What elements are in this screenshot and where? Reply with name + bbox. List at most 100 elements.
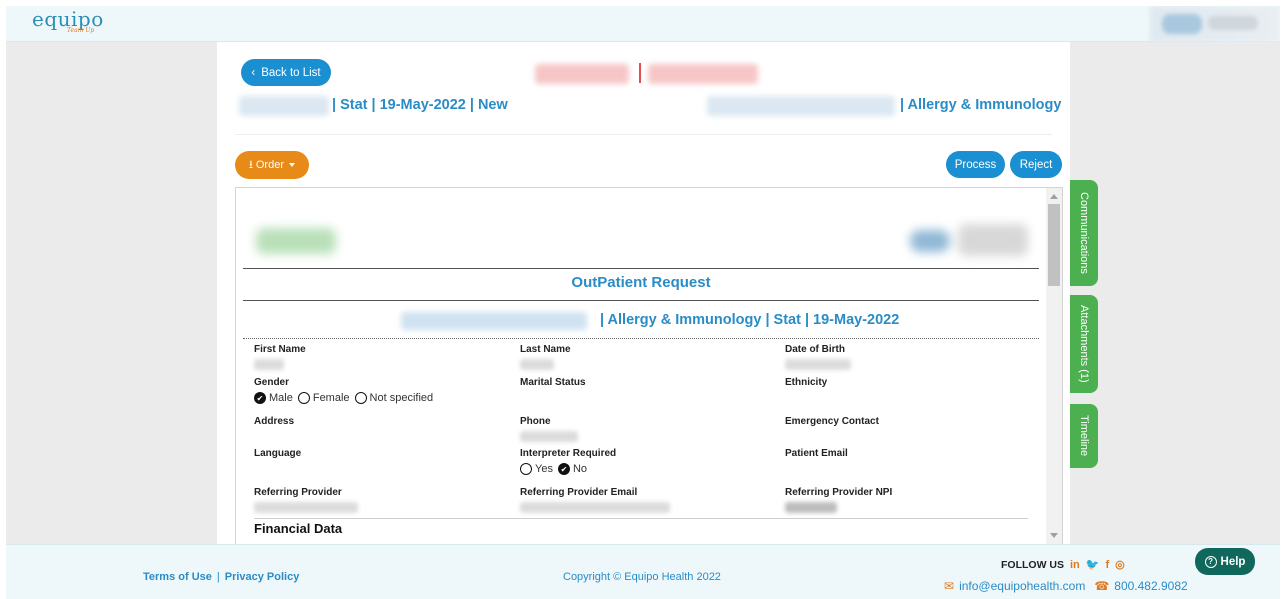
- reject-button[interactable]: Reject: [1010, 151, 1062, 178]
- gender-field: Gender ✔ Male Female Not specified: [254, 377, 435, 404]
- referring-provider-npi-field: Referring Provider NPI: [785, 487, 892, 513]
- first-name-label: First Name: [254, 344, 306, 355]
- user-profile-redacted[interactable]: [1150, 6, 1280, 42]
- emergency-contact-label: Emergency Contact: [785, 416, 879, 427]
- financial-data-heading: Financial Data: [254, 521, 343, 536]
- patient-email-label: Patient Email: [785, 448, 848, 459]
- tab-communications-label: Communications: [1078, 192, 1090, 274]
- subtitle-rule: [243, 338, 1039, 339]
- ethnicity-field: Ethnicity: [785, 377, 827, 388]
- phone-field: Phone: [520, 416, 578, 442]
- marital-status-field: Marital Status: [520, 377, 586, 388]
- status-redacted-right: [648, 64, 758, 84]
- footer: Terms of Use | Privacy Policy Copyright © …: [6, 544, 1280, 599]
- language-field: Language: [254, 448, 301, 459]
- referring-provider-npi-label: Referring Provider NPI: [785, 487, 893, 498]
- marital-status-label: Marital Status: [520, 377, 586, 388]
- terms-of-use-link[interactable]: Terms of Use: [143, 571, 212, 583]
- process-button[interactable]: Process: [946, 151, 1005, 178]
- last-name-field: Last Name: [520, 344, 571, 370]
- scroll-down-arrow-icon[interactable]: [1050, 533, 1058, 538]
- interpreter-label: Interpreter Required: [520, 448, 617, 459]
- footer-links: Terms of Use | Privacy Policy: [143, 571, 299, 583]
- footer-link-separator: |: [216, 571, 220, 583]
- help-button[interactable]: ? Help: [1195, 548, 1255, 575]
- back-to-list-label: Back to List: [261, 66, 321, 79]
- contact-info: ✉ info@equipohealth.com ☎ 800.482.9082: [944, 579, 1188, 593]
- request-panel: ‹ Back to List | Stat | 19-May-2022 | Ne…: [217, 42, 1070, 545]
- document-viewer[interactable]: OutPatient Request | Allergy & Immunolog…: [235, 187, 1063, 545]
- gender-option-male: Male: [269, 392, 293, 404]
- tab-timeline[interactable]: Timeline: [1070, 404, 1098, 468]
- checked-radio-icon: ✔: [254, 392, 266, 404]
- last-name-label: Last Name: [520, 344, 571, 355]
- title-top-rule: [243, 268, 1039, 269]
- provider-name-redacted: [707, 96, 895, 116]
- order-dropdown-button[interactable]: ⭳ Order: [235, 151, 309, 179]
- document-org-redacted: [906, 218, 1036, 262]
- interpreter-option-no: No: [572, 463, 588, 475]
- copyright-text: Copyright © Equipo Health 2022: [563, 571, 721, 583]
- facebook-icon[interactable]: f: [1105, 559, 1109, 571]
- patient-email-field: Patient Email: [785, 448, 848, 459]
- language-label: Language: [254, 448, 302, 459]
- tab-timeline-label: Timeline: [1078, 415, 1090, 457]
- referring-provider-field: Referring Provider: [254, 487, 358, 513]
- scroll-up-arrow-icon[interactable]: [1050, 194, 1058, 199]
- status-redacted-left: [535, 64, 629, 84]
- instagram-icon[interactable]: ◎: [1115, 558, 1125, 571]
- unchecked-radio-icon: [354, 392, 367, 404]
- follow-us: FOLLOW US in 🐦 f ◎: [1001, 558, 1125, 572]
- equipo-logo[interactable]: equipo Team Up: [32, 7, 104, 34]
- referring-provider-email-value-redacted: [520, 502, 670, 513]
- unchecked-radio-icon: [297, 392, 310, 404]
- help-label: Help: [1220, 555, 1246, 568]
- interpreter-radio-group: Yes ✔ No: [520, 463, 616, 475]
- ethnicity-label: Ethnicity: [785, 377, 828, 388]
- financial-rule: [254, 518, 1028, 519]
- address-field: Address: [254, 416, 294, 427]
- provider-redacted: [401, 312, 587, 330]
- phone-value-redacted: [520, 431, 578, 442]
- privacy-policy-link[interactable]: Privacy Policy: [225, 571, 300, 583]
- top-bar: equipo Team Up: [6, 6, 1280, 42]
- order-label: Order: [255, 159, 284, 171]
- checked-radio-icon: ✔: [557, 463, 570, 475]
- tab-attachments[interactable]: Attachments (1): [1070, 295, 1098, 393]
- envelope-icon: ✉: [944, 579, 955, 593]
- patient-name-redacted: [239, 96, 329, 116]
- interpreter-field: Interpreter Required Yes ✔ No: [520, 448, 616, 475]
- gender-option-not-specified: Not specified: [369, 392, 434, 404]
- interpreter-option-yes: Yes: [535, 463, 553, 475]
- follow-us-label: FOLLOW US: [1001, 558, 1064, 571]
- request-meta: | Stat | 19-May-2022 | New: [332, 97, 508, 113]
- twitter-icon[interactable]: 🐦: [1086, 558, 1100, 571]
- scroll-thumb[interactable]: [1048, 204, 1060, 286]
- app-window: equipo Team Up ‹ Back to List | Stat | 1…: [6, 6, 1280, 599]
- contact-email-link[interactable]: info@equipohealth.com: [959, 579, 1085, 593]
- download-icon: ⭳: [249, 158, 253, 171]
- dob-value-redacted: [785, 359, 851, 370]
- contact-phone-link[interactable]: 800.482.9082: [1114, 579, 1187, 593]
- header-divider: [235, 134, 1052, 135]
- question-circle-icon: ?: [1204, 555, 1217, 568]
- document-scrollbar[interactable]: [1046, 188, 1062, 544]
- referring-provider-email-field: Referring Provider Email: [520, 487, 670, 513]
- back-to-list-button[interactable]: ‹ Back to List: [241, 59, 331, 86]
- caret-down-icon: [288, 163, 295, 167]
- document-title: OutPatient Request: [571, 274, 711, 291]
- document-subtitle: | Allergy & Immunology | Stat | 19-May-2…: [600, 312, 900, 328]
- document-logo-redacted: [256, 228, 336, 254]
- last-name-value-redacted: [520, 359, 554, 370]
- tab-attachments-label: Attachments (1): [1078, 305, 1090, 383]
- linkedin-icon[interactable]: in: [1070, 559, 1080, 571]
- tab-communications[interactable]: Communications: [1070, 180, 1098, 286]
- referring-provider-value-redacted: [254, 502, 358, 513]
- address-label: Address: [254, 416, 295, 427]
- dob-label: Date of Birth: [785, 344, 845, 355]
- gender-label: Gender: [254, 377, 290, 388]
- referring-provider-npi-value-redacted: [785, 502, 837, 513]
- gender-radio-group: ✔ Male Female Not specified: [254, 392, 435, 404]
- referring-provider-label: Referring Provider: [254, 487, 342, 498]
- phone-label: Phone: [520, 416, 551, 427]
